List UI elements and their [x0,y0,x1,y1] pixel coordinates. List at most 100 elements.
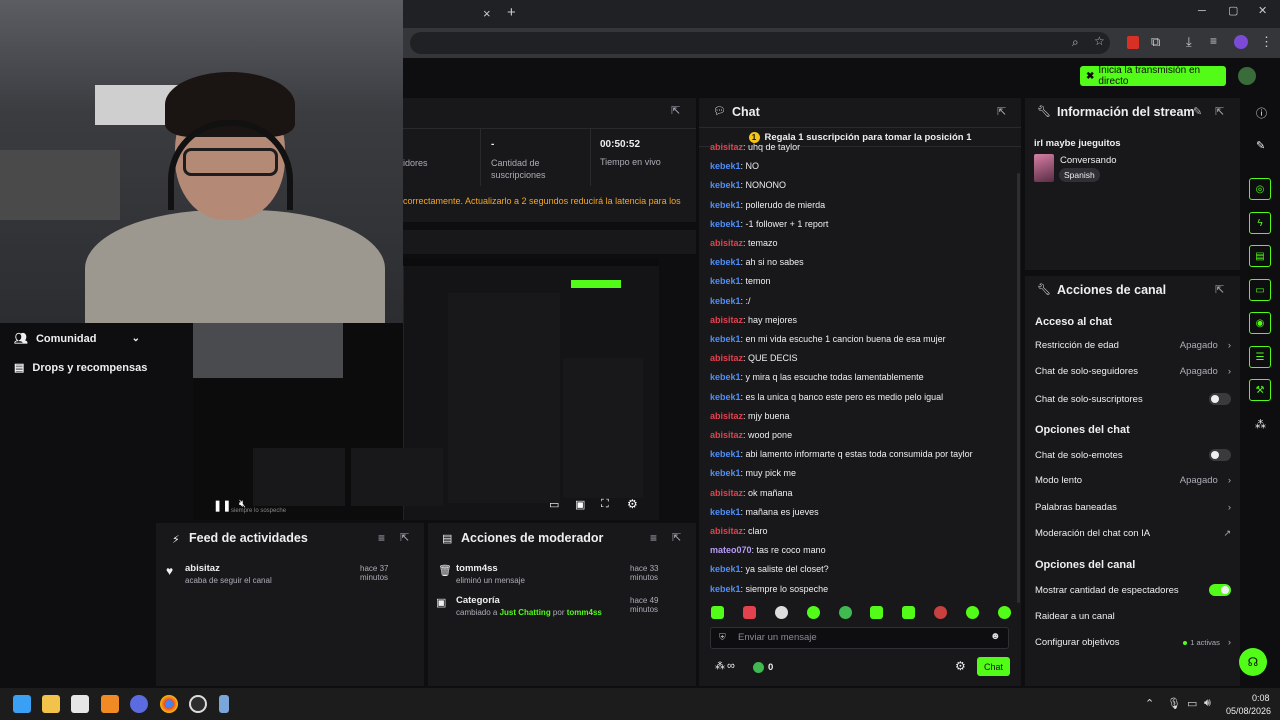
close-window-button[interactable]: ✕ [1258,4,1267,17]
user-avatar[interactable] [1238,67,1256,85]
chat-username[interactable]: kebek1 [710,392,741,402]
chat-username[interactable]: kebek1 [710,449,741,459]
popout-icon[interactable]: ⇱ [997,105,1006,118]
chat-username[interactable]: abisitaz [710,488,743,498]
chat-username[interactable]: kebek1 [710,257,741,267]
chat-username[interactable]: abisitaz [710,526,743,536]
emote-icon[interactable] [711,606,724,619]
chat-username[interactable]: abisitaz [710,353,743,363]
popout-icon[interactable]: ⇱ [671,104,680,117]
mod-user-link[interactable]: tomm4ss [567,608,602,617]
app-icon[interactable] [130,695,148,713]
rail-chat-button[interactable]: ▭ [1249,279,1271,301]
ai-moderation-row[interactable]: Moderación del chat con IA ↗ [1035,528,1231,539]
profile-avatar[interactable] [1234,35,1248,49]
emote-icon[interactable] [774,606,788,619]
emote-icon[interactable] [806,606,820,619]
chat-username[interactable]: abisitaz [710,315,743,325]
nav-drops[interactable]: ▤ Drops y recompensas [14,361,147,375]
clock-time[interactable]: 0:08 [1252,693,1270,703]
followers-only-row[interactable]: Chat de solo-seguidores Apagado › [1035,366,1231,377]
pdf-extension-icon[interactable] [1127,36,1139,49]
popout-icon[interactable]: ⇱ [1215,105,1224,118]
chat-username[interactable]: kebek1 [710,296,741,306]
emote-icon[interactable] [838,606,852,619]
chat-username[interactable]: kebek1 [710,161,741,171]
filter-icon[interactable]: ≡ [650,531,657,545]
help-button[interactable]: ☊ [1239,648,1267,676]
chat-username[interactable]: kebek1 [710,507,741,517]
chat-username[interactable]: kebek1 [710,584,741,594]
zoom-icon[interactable]: ⌕ [1072,35,1079,50]
chat-username[interactable]: kebek1 [710,372,741,382]
rail-queue-button[interactable]: ☰ [1249,346,1271,368]
community-icon[interactable]: ⁂ [715,661,725,672]
emote-icon[interactable] [934,606,948,619]
extensions-icon[interactable]: ⧉ [1151,34,1160,50]
microphone-icon[interactable]: 🎙︎ [1167,697,1181,710]
send-chat-button[interactable]: Chat [977,657,1010,676]
go-live-button[interactable]: ✖ Inicia la transmisión en directo [1080,65,1226,87]
emote-icon[interactable] [870,606,884,619]
bookmark-star-icon[interactable]: ☆ [1094,34,1105,48]
info-icon[interactable]: ⓘ [1256,105,1267,121]
emote-icon[interactable] [742,606,756,619]
tray-chevron-icon[interactable]: ⌃ [1145,697,1154,710]
popout-icon[interactable]: ⇱ [672,531,681,544]
windows-start-icon[interactable] [13,695,31,713]
nav-community[interactable]: 👥︎ Comunidad ⌄ [14,332,140,346]
address-input[interactable]: ⌕ ☆ [410,32,1110,54]
age-restriction-row[interactable]: Restricción de edad Apagado › [1035,340,1231,351]
clock-date[interactable]: 05/08/2026 [1226,706,1271,716]
chat-scrollbar[interactable] [1017,173,1020,603]
popout-icon[interactable]: ⇱ [400,531,409,544]
chat-username[interactable]: kebek1 [710,468,741,478]
volume-icon[interactable]: 🔊︎ [1204,697,1211,710]
chat-username[interactable]: kebek1 [710,334,741,344]
emote-icon[interactable] [997,606,1011,619]
chat-username[interactable]: kebek1 [710,219,741,229]
store-icon[interactable] [71,695,89,713]
pencil-icon[interactable]: ✎ [1256,139,1265,152]
edit-icon[interactable]: ✎ [1193,105,1202,118]
download-icon[interactable]: ⤓ [1186,34,1192,50]
chat-username[interactable]: abisitaz [710,142,743,152]
emotes-only-toggle[interactable] [1209,449,1231,461]
chat-username[interactable]: kebek1 [710,180,741,190]
media-control-icon[interactable]: ≡ [1210,34,1217,48]
mod-category-link[interactable]: Just Chatting [500,608,551,617]
browser-menu-icon[interactable]: ⋮ [1260,34,1273,50]
file-explorer-icon[interactable] [42,695,60,713]
pip-icon[interactable]: ▣ [575,498,585,511]
rail-mod-button[interactable]: ▤ [1249,245,1271,267]
minimize-button[interactable]: ─ [1198,5,1206,17]
network-icon[interactable]: ▭ [1187,697,1197,710]
chat-username[interactable]: kebek1 [710,564,741,574]
chat-settings-icon[interactable]: ⚙ [955,659,966,673]
tab-close-icon[interactable]: × [483,6,491,21]
chrome-icon[interactable] [160,695,178,713]
chat-username[interactable]: abisitaz [710,430,743,440]
popout-icon[interactable]: ⇱ [1215,283,1224,296]
maximize-button[interactable]: ▢ [1228,4,1238,17]
banned-words-row[interactable]: Palabras baneadas › [1035,502,1231,513]
chat-username[interactable]: mateo070 [710,545,752,555]
show-viewers-toggle[interactable] [1209,584,1231,596]
chat-username[interactable]: abisitaz [710,238,743,248]
chat-username[interactable]: kebek1 [710,200,741,210]
raid-row[interactable]: Raidear a un canal [1035,611,1231,622]
rail-activity-button[interactable]: ϟ [1249,212,1271,234]
goals-row[interactable]: Configurar objetivos 1 activas › [1035,637,1231,648]
fullscreen-icon[interactable]: ⛶ [601,498,609,511]
fl-studio-icon[interactable] [101,695,119,713]
subs-only-toggle[interactable] [1209,393,1231,405]
rail-stream-button[interactable]: ◎ [1249,178,1271,200]
pause-icon[interactable]: ❚❚ [213,499,231,512]
app-icon[interactable] [219,695,229,713]
chat-input-box[interactable]: ⛨ Enviar un mensaje ☻ [710,627,1009,649]
emote-icon[interactable] [902,606,916,619]
filter-icon[interactable]: ≡ [378,531,385,545]
slow-mode-row[interactable]: Modo lento Apagado › [1035,475,1231,486]
emoji-icon[interactable]: ☻ [990,631,1001,642]
obs-icon[interactable] [189,695,207,713]
